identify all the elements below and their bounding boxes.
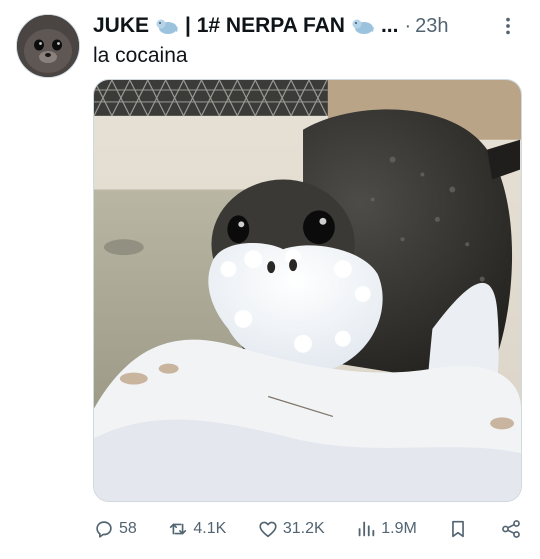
tweet-separator: ·	[404, 14, 412, 37]
heart-icon	[257, 518, 279, 540]
reply-button[interactable]: 58	[93, 518, 137, 540]
author-title: | 1# NERPA FAN	[185, 14, 345, 37]
seal-photo	[94, 80, 521, 501]
tweet-header: JUKE | 1# NERPA FAN ... · 23h	[93, 12, 520, 40]
tweet-media-image[interactable]	[93, 79, 522, 502]
author-avatar[interactable]	[16, 14, 80, 78]
tweet-timestamp[interactable]: 23h	[415, 15, 448, 38]
name-truncation: ...	[380, 14, 399, 37]
tweet-text: la cocaina	[93, 44, 188, 67]
seal-emoji-icon	[351, 16, 375, 36]
repost-count: 4.1K	[193, 520, 227, 537]
views-button[interactable]: 1.9M	[355, 518, 417, 540]
share-button[interactable]	[500, 518, 522, 540]
analytics-bars-icon	[355, 518, 377, 540]
author-name: JUKE	[93, 14, 150, 37]
more-options-icon[interactable]	[496, 14, 520, 38]
reply-count: 58	[119, 520, 137, 537]
repost-button[interactable]: 4.1K	[167, 518, 226, 540]
bookmark-icon	[447, 518, 469, 540]
like-count: 31.2K	[282, 520, 325, 537]
seal-emoji-icon	[155, 16, 179, 36]
bookmark-button[interactable]	[447, 518, 469, 540]
author-display-name[interactable]: JUKE | 1# NERPA FAN ...	[93, 14, 398, 38]
views-count: 1.9M	[381, 520, 417, 537]
tweet-actions-bar: 58 4.1K 31.2K 1.9M	[93, 514, 522, 544]
share-icon	[500, 518, 522, 540]
like-button[interactable]: 31.2K	[257, 518, 325, 540]
repost-icon	[167, 518, 189, 540]
seal-avatar-image	[17, 15, 79, 77]
reply-icon	[93, 518, 115, 540]
